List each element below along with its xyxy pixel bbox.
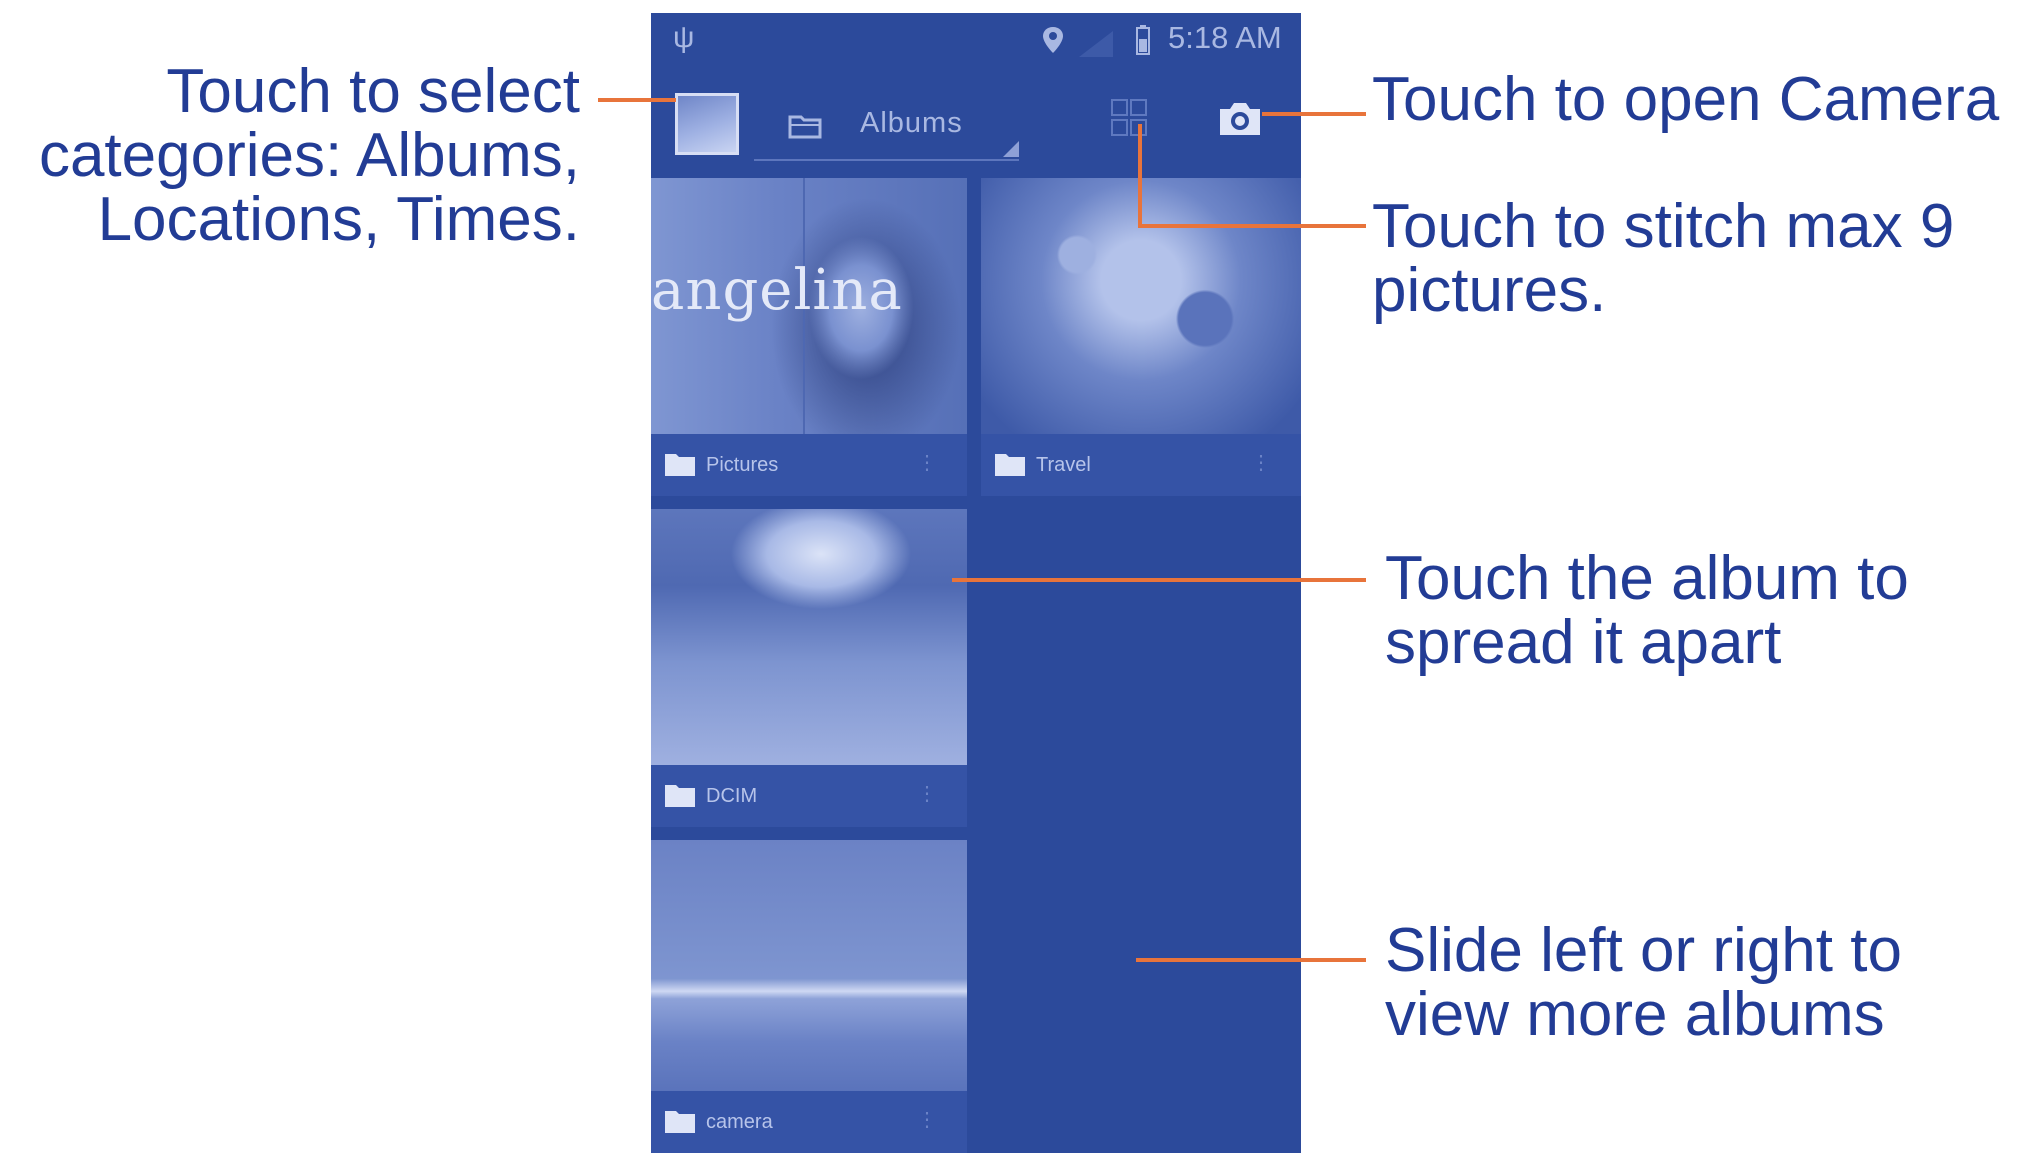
status-bar: ψ 5:18 AM <box>651 13 1301 65</box>
leader-line-categories <box>598 98 676 102</box>
phone-screen: ψ 5:18 AM Albums angelina Pictures ⋮ Tra… <box>651 13 1301 1153</box>
album-tile-pictures[interactable]: angelina Pictures ⋮ <box>651 178 967 496</box>
location-pin-icon <box>1043 27 1063 53</box>
album-label: Pictures <box>706 454 779 476</box>
app-bar: Albums <box>651 65 1301 183</box>
leader-line-stitch-vertical <box>1138 124 1142 228</box>
leader-line-stitch <box>1138 224 1366 228</box>
battery-icon <box>1136 25 1150 55</box>
album-cover-image: angelina <box>651 178 967 434</box>
annotation-categories: Touch to select categories: Albums, Loca… <box>38 57 580 254</box>
status-time: 5:18 AM <box>1168 20 1282 55</box>
more-icon: ⋮ <box>917 452 937 474</box>
album-cover-image <box>651 840 967 1092</box>
album-label: camera <box>706 1111 773 1133</box>
album-caption: Pictures ⋮ <box>651 434 967 496</box>
annotation-album: Touch the album to spread it apart <box>1385 544 1909 677</box>
more-icon: ⋮ <box>1251 452 1271 474</box>
category-label: Albums <box>860 107 963 139</box>
album-cover-image <box>651 509 967 765</box>
album-caption: Travel ⋮ <box>981 434 1301 496</box>
album-caption: camera ⋮ <box>651 1091 967 1153</box>
album-tile-dcim[interactable]: DCIM ⋮ <box>651 509 967 827</box>
annotation-slide: Slide left or right to view more albums <box>1385 916 1902 1049</box>
category-spinner[interactable]: Albums <box>754 89 1019 161</box>
folder-icon <box>665 454 695 476</box>
annotation-camera: Touch to open Camera <box>1372 65 2000 134</box>
leader-line-album <box>952 578 1366 582</box>
album-caption: DCIM ⋮ <box>651 765 967 827</box>
cover-text: angelina <box>651 258 903 323</box>
usb-icon: ψ <box>673 21 695 54</box>
leader-line-camera <box>1262 112 1366 116</box>
dropdown-corner-icon <box>1003 141 1019 157</box>
folder-icon <box>995 454 1025 476</box>
more-icon: ⋮ <box>917 783 937 805</box>
signal-icon <box>1079 31 1113 57</box>
leader-line-slide <box>1136 958 1366 962</box>
category-thumbnail[interactable] <box>675 93 739 155</box>
folder-icon <box>788 115 822 139</box>
camera-icon[interactable] <box>1217 101 1263 137</box>
folder-icon <box>665 1111 695 1133</box>
folder-icon <box>665 785 695 807</box>
annotation-stitch: Touch to stitch max 9 pictures. <box>1372 192 1955 325</box>
album-label: Travel <box>1036 454 1091 476</box>
album-label: DCIM <box>706 785 758 807</box>
album-tile-camera[interactable]: camera ⋮ <box>651 840 967 1153</box>
more-icon: ⋮ <box>917 1109 937 1131</box>
